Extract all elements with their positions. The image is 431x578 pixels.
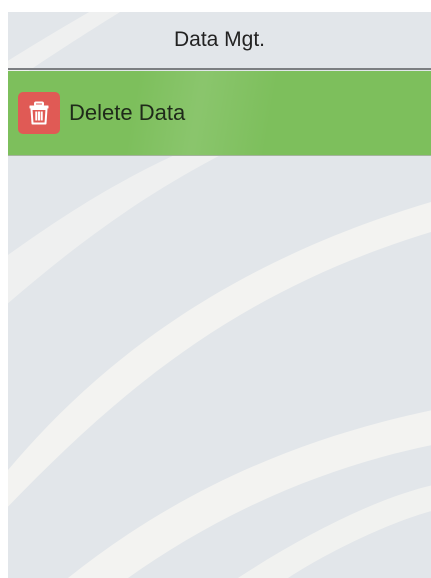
- page-title-text: Data Mgt.: [173, 28, 266, 51]
- trash-icon: [18, 92, 60, 134]
- menu-item-delete-data[interactable]: Delete Data: [8, 71, 431, 156]
- header-divider: [8, 68, 431, 70]
- data-management-screen: Data Mgt. Delete Data: [8, 12, 431, 578]
- menu-item-label: Delete Data: [69, 100, 186, 125]
- page-title: Data Mgt.: [8, 12, 431, 68]
